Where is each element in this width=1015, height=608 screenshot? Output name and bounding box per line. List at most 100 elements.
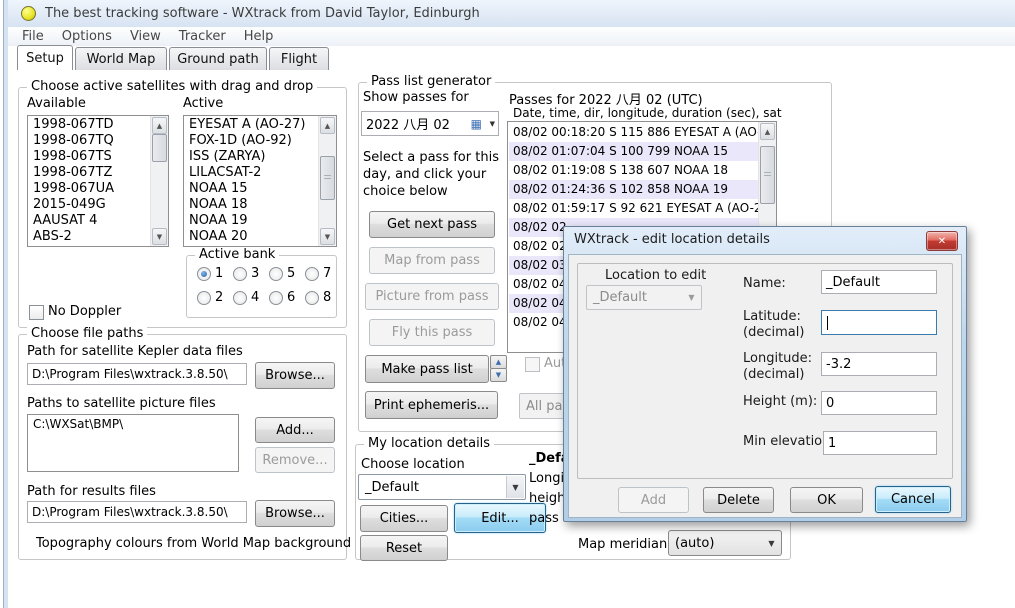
scroll-thumb[interactable] [760, 146, 775, 204]
scrollbar[interactable]: ▲ ▼ [150, 116, 168, 246]
make-pass-list-button[interactable]: Make pass list [365, 355, 489, 383]
kepler-path-label: Path for satellite Kepler data files [27, 344, 243, 359]
list-item[interactable]: 1998-067TD [29, 117, 150, 133]
active-bank-group: Active bank 1 3 5 7 2 4 6 8 [186, 255, 337, 318]
scroll-thumb[interactable] [152, 134, 167, 162]
radio-bank-8[interactable] [305, 291, 319, 305]
map-meridian-select[interactable]: (auto) ▼ [668, 530, 782, 556]
pass-row[interactable]: 08/02 01:19:08 S 138 607 NOAA 18 [509, 161, 758, 180]
print-ephemeris-button[interactable]: Print ephemeris... [365, 391, 498, 419]
scroll-up-icon[interactable]: ▲ [760, 123, 775, 140]
list-item[interactable]: EYESAT A (AO-27) [185, 117, 318, 133]
menu-file[interactable]: File [13, 29, 53, 44]
list-item[interactable]: 1998-067TS [29, 149, 150, 165]
pass-row[interactable]: 08/02 01:59:17 S 92 621 EYESAT A (AO-27 [509, 199, 758, 218]
date-picker[interactable]: 2022 八月 02 ▦ ▼ [361, 111, 499, 136]
dialog-body: Location to edit _Default ▼ Name: _Defau… [568, 254, 962, 518]
chevron-down-icon[interactable]: ▼ [763, 532, 780, 554]
radio-bank-5[interactable] [269, 267, 283, 281]
radio-bank-4[interactable] [233, 291, 247, 305]
stepper-up-icon[interactable]: ▲ [490, 355, 507, 369]
list-item[interactable]: 2015-049G [29, 197, 150, 213]
pass-row[interactable]: 08/02 01:24:36 S 102 858 NOAA 19 [509, 180, 758, 199]
browse-results-button[interactable]: Browse... [255, 500, 335, 527]
menu-tracker[interactable]: Tracker [170, 29, 235, 44]
no-doppler-label: No Doppler [48, 304, 121, 319]
get-next-pass-button[interactable]: Get next pass [369, 211, 495, 238]
name-field[interactable]: _Default [821, 270, 937, 294]
calendar-icon[interactable]: ▦ [471, 117, 482, 131]
scroll-up-icon[interactable]: ▲ [320, 117, 335, 134]
radio-label: 3 [251, 266, 259, 281]
stepper-down-icon[interactable]: ▼ [490, 368, 507, 382]
reset-button[interactable]: Reset [360, 535, 448, 561]
list-item[interactable]: ISS (ZARYA) [185, 149, 318, 165]
menu-view[interactable]: View [121, 29, 170, 44]
chevron-down-icon[interactable]: ▼ [506, 476, 524, 498]
results-path-input[interactable]: D:\Program Files\wxtrack.3.8.50\ [27, 501, 247, 523]
radio-bank-1[interactable] [197, 267, 211, 281]
delete-button[interactable]: Delete [703, 487, 774, 513]
longitude-field[interactable]: -3.2 [821, 352, 937, 376]
radio-bank-7[interactable] [305, 267, 319, 281]
scroll-down-icon[interactable]: ▼ [320, 228, 335, 245]
tab-setup[interactable]: Setup [17, 45, 73, 70]
list-item[interactable]: NOAA 15 [185, 181, 318, 197]
list-item[interactable]: NOAA 19 [185, 213, 318, 229]
scroll-thumb[interactable] [320, 156, 335, 200]
min-elevation-field[interactable]: 1 [823, 431, 937, 455]
title-bar[interactable]: The best tracking software - WXtrack fro… [8, 0, 1015, 28]
picture-from-pass-button: Picture from pass [365, 283, 499, 310]
latitude-field[interactable] [821, 310, 937, 335]
cities-button[interactable]: Cities... [360, 505, 448, 532]
list-item[interactable]: 1998-067TQ [29, 133, 150, 149]
list-item[interactable]: C:\WXSat\BMP\ [29, 416, 237, 433]
passes-columns-header: Date, time, dir, longitude, duration (se… [513, 106, 782, 120]
tab-ground-path[interactable]: Ground path [169, 47, 267, 70]
pass-count-stepper[interactable]: ▲ ▼ [490, 355, 506, 381]
show-passes-label: Show passes for [363, 90, 469, 105]
menu-options[interactable]: Options [53, 29, 121, 44]
list-item[interactable]: 1998-067UA [29, 181, 150, 197]
active-satellites-list[interactable]: EYESAT A (AO-27) FOX-1D (AO-92) ISS (ZAR… [183, 115, 337, 247]
location-select[interactable]: _Default ▼ [358, 474, 526, 500]
list-item[interactable]: 1998-067TZ [29, 165, 150, 181]
bank-row-2: 2 4 6 8 [197, 290, 341, 305]
dialog-title: WXtrack - edit location details [574, 232, 770, 247]
height-field[interactable]: 0 [821, 391, 937, 415]
list-item[interactable]: AAUSAT 4 [29, 213, 150, 229]
pass-instruction: Select a pass for this day, and click yo… [363, 149, 499, 200]
ok-button[interactable]: OK [790, 487, 863, 513]
no-doppler-checkbox[interactable] [29, 305, 44, 320]
cancel-button[interactable]: Cancel [875, 486, 951, 513]
chevron-down-icon[interactable]: ▼ [490, 120, 495, 128]
tab-flight[interactable]: Flight [269, 47, 329, 70]
scroll-up-icon[interactable]: ▲ [152, 117, 167, 134]
topography-note: Topography colours from World Map backgr… [36, 536, 351, 551]
tab-world-map[interactable]: World Map [75, 47, 167, 70]
list-item[interactable]: LILACSAT-2 [185, 165, 318, 181]
radio-label: 8 [323, 290, 331, 305]
kepler-path-input[interactable]: D:\Program Files\wxtrack.3.8.50\ [27, 363, 247, 385]
add-path-button[interactable]: Add... [255, 417, 335, 443]
list-item[interactable]: ABS-2 [29, 229, 150, 245]
list-item[interactable]: NOAA 18 [185, 197, 318, 213]
list-item[interactable]: NOAA 20 [185, 229, 318, 245]
window-left-border [0, 0, 8, 608]
scroll-down-icon[interactable]: ▼ [152, 228, 167, 245]
results-path-label: Path for results files [27, 484, 156, 499]
app-icon [21, 6, 36, 21]
radio-bank-2[interactable] [197, 291, 211, 305]
list-item[interactable]: FOX-1D (AO-92) [185, 133, 318, 149]
pass-row[interactable]: 08/02 01:07:04 S 100 799 NOAA 15 [509, 142, 758, 161]
radio-bank-6[interactable] [269, 291, 283, 305]
available-satellites-list[interactable]: 1998-067TD 1998-067TQ 1998-067TS 1998-06… [27, 115, 169, 247]
close-icon[interactable]: ✕ [926, 231, 958, 251]
pass-row[interactable]: 08/02 00:18:20 S 115 886 EYESAT A (AO-2 [509, 123, 758, 142]
scrollbar[interactable]: ▲ ▼ [318, 116, 336, 246]
picture-paths-list[interactable]: C:\WXSat\BMP\ [27, 414, 239, 472]
menu-help[interactable]: Help [235, 29, 283, 44]
longitude-label: Longitude: (decimal) [743, 351, 812, 383]
radio-bank-3[interactable] [233, 267, 247, 281]
browse-kepler-button[interactable]: Browse... [255, 362, 335, 389]
